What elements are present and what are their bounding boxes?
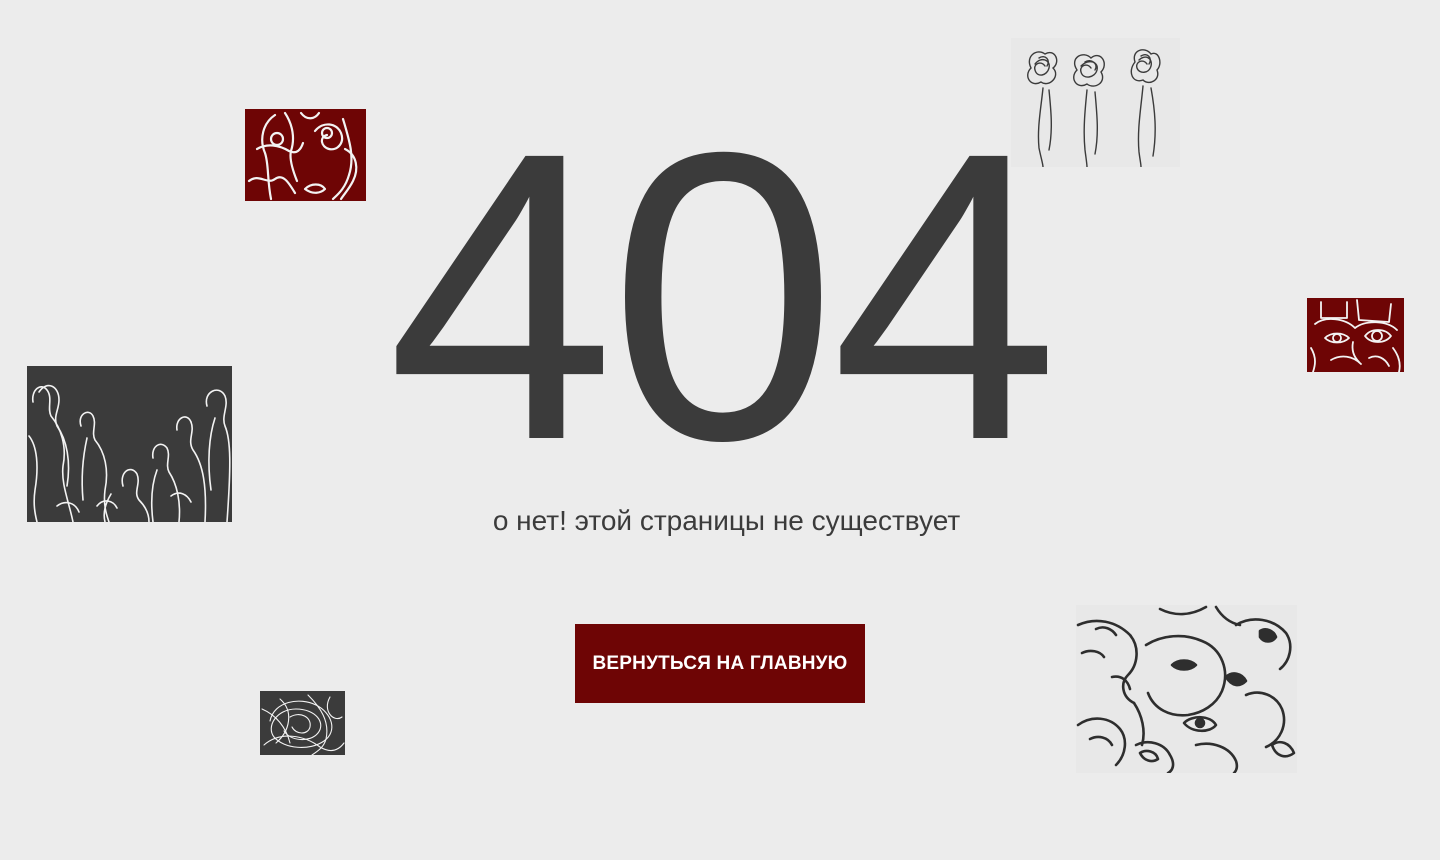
scribble-sketch bbox=[260, 691, 345, 755]
scribble-drawing bbox=[261, 694, 345, 755]
return-home-button[interactable]: ВЕРНУТЬСЯ НА ГЛАВНУЮ bbox=[575, 624, 865, 703]
not-found-page: 404 о нет! этой страницы не существует В… bbox=[0, 0, 1440, 860]
faces-collage-sketch bbox=[1076, 605, 1297, 773]
error-message: о нет! этой страницы не существует bbox=[492, 505, 961, 536]
error-code: 404 bbox=[386, 67, 1059, 525]
faces-collage-drawing bbox=[1076, 605, 1296, 773]
